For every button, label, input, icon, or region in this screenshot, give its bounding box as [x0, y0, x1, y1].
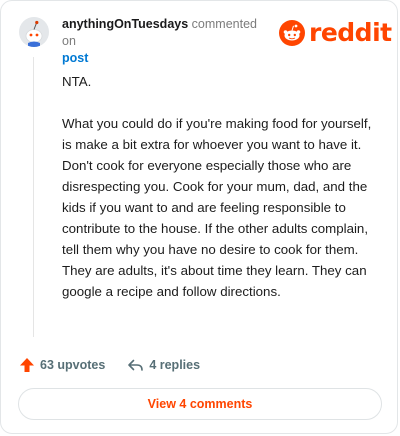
- reddit-snoo-icon: [279, 20, 305, 46]
- snoo-avatar-icon: [19, 17, 49, 47]
- reply-arrow-icon: [128, 359, 144, 371]
- logo-text: reddit: [309, 18, 392, 47]
- view-comments-button[interactable]: View 4 comments: [18, 388, 382, 420]
- reddit-logo[interactable]: reddit: [279, 19, 392, 47]
- reply-count: 4 replies: [149, 358, 201, 372]
- comment-actions: 63 upvotes 4 replies: [19, 354, 200, 376]
- post-link[interactable]: post: [62, 50, 272, 67]
- upvote-arrow-icon: [20, 358, 34, 372]
- comment-paragraph: NTA.: [62, 74, 92, 89]
- comment-body: NTA. What you could do if you're making …: [62, 71, 382, 323]
- username[interactable]: anythingOnTuesdays: [62, 17, 188, 31]
- thread-line[interactable]: [33, 57, 34, 337]
- comment-card: anythingOnTuesdays commented on post red…: [0, 0, 398, 434]
- comment-header: anythingOnTuesdays commented on post: [62, 16, 272, 67]
- upvote-button[interactable]: 63 upvotes: [19, 357, 105, 373]
- upvote-count: 63 upvotes: [40, 358, 106, 372]
- replies-button[interactable]: 4 replies: [127, 357, 200, 373]
- comment-paragraph: What you could do if you're making food …: [62, 116, 372, 299]
- user-avatar[interactable]: [19, 17, 49, 47]
